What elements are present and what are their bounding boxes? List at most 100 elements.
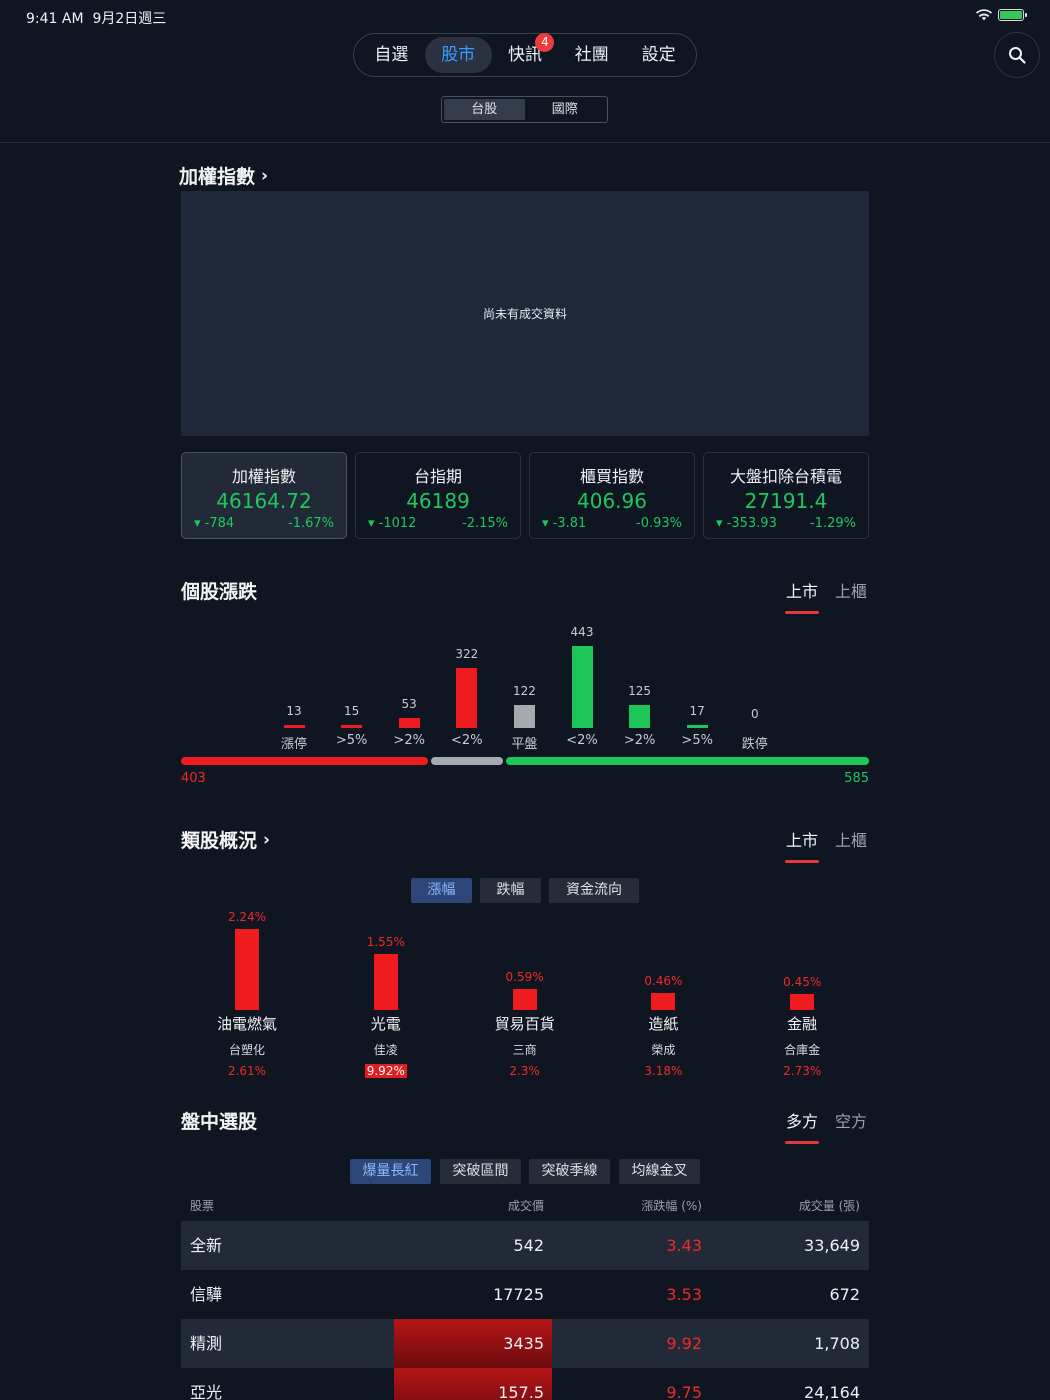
histogram-count: 443 xyxy=(570,625,594,639)
pill-fund-flow[interactable]: 資金流向 xyxy=(549,878,639,903)
sector-name[interactable]: 貿易百貨 xyxy=(475,1013,575,1034)
down-arrow-icon: ▾ xyxy=(368,516,375,531)
tab-bearish[interactable]: 空方 xyxy=(835,1108,867,1144)
stock-name: 亞光 xyxy=(190,1383,223,1400)
nav-market[interactable]: 股市 xyxy=(424,37,492,73)
ratio-bar-flat xyxy=(430,757,504,765)
sector-leader-pct: 2.61% xyxy=(227,1064,267,1078)
screener-title: 盤中選股 xyxy=(181,1111,258,1133)
table-row[interactable]: 亞光 157.5 9.75 24,164 xyxy=(181,1368,869,1400)
histogram-bar xyxy=(686,724,708,728)
tab-listed[interactable]: 上市 xyxy=(784,578,820,614)
header-change: 漲跌幅 (%) xyxy=(641,1199,702,1213)
status-time: 9:41 AM 9月2日週三 xyxy=(26,11,167,27)
stock-volume: 672 xyxy=(829,1285,860,1304)
screener-tabs: 多方 空方 xyxy=(784,1108,867,1144)
sector-leader-stock: 台塑化 xyxy=(228,1043,265,1057)
nav-community[interactable]: 社團 xyxy=(558,37,625,73)
nav-settings[interactable]: 設定 xyxy=(625,37,692,73)
sector-bar xyxy=(512,988,537,1010)
pill-losers[interactable]: 跌幅 xyxy=(480,878,541,903)
stock-volume: 24,164 xyxy=(804,1383,860,1400)
breadth-title: 個股漲跌 xyxy=(181,581,258,603)
sector-bar xyxy=(790,993,815,1010)
wifi-icon xyxy=(976,9,992,21)
sector-leader-pct: 9.92% xyxy=(364,1064,407,1078)
histogram-bar xyxy=(571,646,593,728)
sector-leader-pct: 2.73% xyxy=(783,1064,822,1078)
tab-otc[interactable]: 上櫃 xyxy=(835,578,867,614)
table-header: 股票 成交價 漲跌幅 (%) 成交量 (張) xyxy=(181,1197,869,1219)
histogram-label: >2% xyxy=(393,733,425,748)
pill-range-breakout[interactable]: 突破區間 xyxy=(440,1159,521,1184)
index-card-otc[interactable]: 櫃買指數 406.96 ▾ -3.81 -0.93% xyxy=(529,452,695,539)
tab-taiwan[interactable]: 台股 xyxy=(444,99,525,120)
index-chart: 尚未有成交資料 xyxy=(181,191,869,436)
stock-price: 542 xyxy=(513,1236,544,1255)
status-icons xyxy=(976,9,1027,21)
index-card-ex-tsmc[interactable]: 大盤扣除台積電 27191.4 ▾ -353.93 -1.29% xyxy=(703,452,869,539)
sector-pct: 0.45% xyxy=(783,974,822,989)
index-card-futures[interactable]: 台指期 46189 ▾ -1012 -2.15% xyxy=(355,452,521,539)
histogram-bar xyxy=(513,705,535,728)
table-row[interactable]: 全新 542 3.43 33,649 xyxy=(181,1221,869,1270)
histogram-label: >5% xyxy=(335,733,368,748)
table-row[interactable]: 信驊 17725 3.53 672 xyxy=(181,1270,869,1319)
table-row[interactable]: 精測 3435 9.92 1,708 xyxy=(181,1319,869,1368)
sector-bar xyxy=(373,953,398,1010)
nav-news[interactable]: 快訊 4 xyxy=(492,33,559,73)
sector-leader-stock: 三商 xyxy=(512,1043,537,1057)
nav-watchlist[interactable]: 自選 xyxy=(358,37,425,73)
stock-price: 3435 xyxy=(394,1319,552,1368)
histogram-label: >5% xyxy=(681,733,713,748)
stock-change: 9.75 xyxy=(666,1383,702,1400)
sector-leader-pct: 3.18% xyxy=(644,1064,683,1078)
search-icon xyxy=(1009,47,1026,64)
header-volume: 成交量 (張) xyxy=(798,1199,860,1213)
tab-bullish[interactable]: 多方 xyxy=(784,1108,820,1144)
stock-change: 3.53 xyxy=(666,1285,702,1304)
battery-icon xyxy=(998,9,1027,21)
search-button[interactable] xyxy=(994,32,1040,78)
histogram-count: 17 xyxy=(689,703,705,718)
sector-leader-pct-wrap: 3.18% xyxy=(613,1060,713,1079)
chart-empty-text: 尚未有成交資料 xyxy=(482,307,567,321)
down-arrow-icon: ▾ xyxy=(194,516,201,531)
pill-volume-surge[interactable]: 爆量長紅 xyxy=(350,1159,431,1184)
down-arrow-icon: ▾ xyxy=(542,516,549,531)
tab-international[interactable]: 國際 xyxy=(525,99,606,120)
up-total: 403 xyxy=(181,771,206,786)
histogram-bar xyxy=(456,668,478,728)
sector-name[interactable]: 造紙 xyxy=(613,1013,713,1034)
sector-name[interactable]: 光電 xyxy=(336,1013,436,1034)
sector-leader-stock: 合庫金 xyxy=(784,1043,821,1057)
sector-leader-pct: 2.3% xyxy=(509,1064,540,1078)
pill-golden-cross[interactable]: 均線金叉 xyxy=(619,1159,700,1184)
news-badge: 4 xyxy=(535,33,555,52)
header-price: 成交價 xyxy=(507,1199,544,1213)
sector-name[interactable]: 金融 xyxy=(752,1013,852,1034)
pill-gainers[interactable]: 漲幅 xyxy=(411,878,472,903)
histogram-bar xyxy=(629,704,651,728)
sector-leader-stock: 榮成 xyxy=(651,1043,676,1057)
stock-change: 9.92 xyxy=(666,1334,702,1353)
market-segment: 台股 國際 xyxy=(441,96,608,123)
sector-leader-stock: 佳凌 xyxy=(373,1043,398,1057)
histogram-label: <2% xyxy=(566,733,598,748)
tab-otc[interactable]: 上櫃 xyxy=(835,827,867,863)
histogram-label: <2% xyxy=(451,733,483,748)
stock-name: 信驊 xyxy=(190,1285,223,1304)
ratio-bar-down xyxy=(506,757,869,765)
sector-name[interactable]: 油電燃氣 xyxy=(197,1013,297,1034)
ratio-bar-up xyxy=(181,757,428,765)
tab-listed[interactable]: 上市 xyxy=(784,827,820,863)
histogram-label: 漲停 xyxy=(280,737,307,752)
sector-leader-pct-wrap: 2.61% xyxy=(197,1060,297,1079)
pill-quarter-ma-breakout[interactable]: 突破季線 xyxy=(529,1159,610,1184)
index-card-taiex[interactable]: 加權指數 46164.72 ▾ -784 -1.67% xyxy=(181,452,347,539)
breadth-tabs: 上市 上櫃 xyxy=(784,578,867,614)
sector-title[interactable]: 類股概況 › xyxy=(181,826,270,853)
chevron-right-icon: › xyxy=(261,165,269,186)
histogram-count: 122 xyxy=(512,684,536,699)
index-section-title[interactable]: 加權指數 › xyxy=(179,162,268,189)
